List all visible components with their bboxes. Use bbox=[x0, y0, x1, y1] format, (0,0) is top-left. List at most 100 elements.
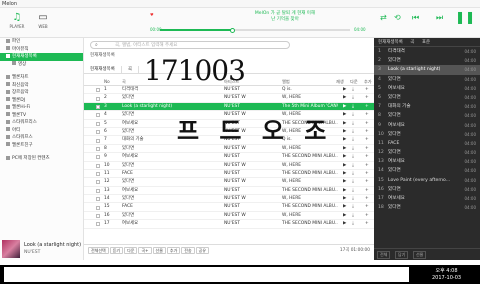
add-icon[interactable]: + bbox=[365, 86, 369, 94]
table-row[interactable]: 13 여보세요 NU'EST THE SECOND MINI ALBU... ▶ ⤓ + bbox=[84, 187, 374, 196]
download-icon[interactable]: ⤓ bbox=[352, 86, 360, 94]
row-album[interactable]: W, HERE bbox=[282, 145, 338, 153]
add-icon[interactable]: + bbox=[365, 162, 369, 170]
download-icon[interactable]: ⤓ bbox=[352, 212, 360, 220]
row-checkbox[interactable] bbox=[96, 163, 100, 168]
row-artist[interactable]: NU'EST W bbox=[224, 178, 268, 186]
row-title[interactable]: 있다면 bbox=[122, 94, 192, 102]
row-artist[interactable]: NU'EST bbox=[224, 153, 268, 161]
play-icon[interactable]: ▶ bbox=[343, 128, 349, 136]
row-artist[interactable]: NU'EST W bbox=[224, 212, 268, 220]
download-icon[interactable]: ⤓ bbox=[352, 187, 360, 195]
playlist-item[interactable]: 2 있다면 04:00 bbox=[374, 56, 480, 65]
playlist-item[interactable]: 15 Love Paint (every afterno... 04:00 bbox=[374, 176, 480, 185]
table-row[interactable]: 17 여보세요 NU'EST THE SECOND MINI ALBU... ▶ ⤓ + bbox=[84, 220, 374, 229]
playlist-item[interactable]: 16 있다면 04:00 bbox=[374, 185, 480, 194]
shuffle-icon[interactable]: ⇄ bbox=[380, 13, 387, 22]
download-icon[interactable]: ⤓ bbox=[352, 103, 360, 111]
add-icon[interactable]: + bbox=[365, 111, 369, 119]
download-icon[interactable]: ⤓ bbox=[352, 195, 360, 203]
row-checkbox[interactable] bbox=[96, 138, 100, 143]
row-artist[interactable]: NU'EST bbox=[224, 170, 268, 178]
sidebar-item-tv[interactable]: 멜론TV bbox=[0, 112, 83, 120]
download-icon[interactable]: ⤓ bbox=[352, 203, 360, 211]
add-icon[interactable]: + bbox=[365, 145, 369, 153]
download-icon[interactable]: ⤓ bbox=[352, 120, 360, 128]
row-album[interactable]: W, HERE bbox=[282, 162, 338, 170]
sidebar-item-video[interactable]: 영상 bbox=[0, 61, 83, 69]
add-icon[interactable]: + bbox=[365, 170, 369, 178]
row-album[interactable]: W, HERE bbox=[282, 212, 338, 220]
playlist-item[interactable]: 7 대화의 기술 04:00 bbox=[374, 102, 480, 111]
next-icon[interactable]: ⏭ bbox=[436, 13, 443, 23]
playlist-item[interactable]: 10 있다면 04:00 bbox=[374, 130, 480, 139]
play-icon[interactable]: ▶ bbox=[343, 145, 349, 153]
sidebar-item-new[interactable]: 최신음악 bbox=[0, 82, 83, 90]
play-icon[interactable]: ▶ bbox=[343, 103, 349, 111]
row-checkbox[interactable] bbox=[96, 130, 100, 135]
row-title[interactable]: 있다면 bbox=[122, 178, 192, 186]
row-checkbox[interactable] bbox=[96, 155, 100, 160]
download-icon[interactable]: ⤓ bbox=[352, 94, 360, 102]
row-title[interactable]: 여보세요 bbox=[122, 220, 192, 228]
heart-icon[interactable]: ♥ bbox=[150, 12, 154, 17]
col-no[interactable]: No bbox=[104, 78, 116, 86]
play-icon[interactable]: ▶ bbox=[343, 170, 349, 178]
play-icon[interactable]: ▶ bbox=[343, 94, 349, 102]
row-title[interactable]: 있다면 bbox=[122, 145, 192, 153]
search-input[interactable]: ⌕ 곡, 앨범, 아티스트 입력해 주세요 bbox=[90, 41, 290, 49]
nav-player[interactable]: ♫ PLAYER bbox=[4, 12, 30, 29]
play-icon[interactable]: ▶ bbox=[343, 136, 349, 144]
row-album[interactable]: THE SECOND MINI ALBU... bbox=[282, 170, 338, 178]
toolbar-button[interactable]: 듣기 bbox=[109, 246, 124, 254]
add-icon[interactable]: + bbox=[365, 187, 369, 195]
play-icon[interactable]: ▶ bbox=[343, 111, 349, 119]
row-title[interactable]: FACE bbox=[122, 203, 192, 211]
row-album[interactable]: Q is. bbox=[282, 86, 338, 94]
playlist-tab-standard[interactable]: 표준 bbox=[422, 40, 430, 45]
sidebar-item-dj[interactable]: 멜론DJ bbox=[0, 97, 83, 105]
row-checkbox[interactable] bbox=[96, 104, 100, 109]
toolbar-button[interactable]: 곡+ bbox=[138, 246, 152, 254]
add-icon[interactable]: + bbox=[365, 203, 369, 211]
toolbar-button[interactable]: 추가 bbox=[166, 246, 181, 254]
playlist-gift-button[interactable]: 선물 bbox=[412, 251, 427, 259]
sidebar-item-stars[interactable]: 스타워프스 bbox=[0, 134, 83, 142]
playlist-item[interactable]: 9 여보세요 04:00 bbox=[374, 121, 480, 130]
add-icon[interactable]: + bbox=[365, 212, 369, 220]
download-icon[interactable]: ⤓ bbox=[352, 178, 360, 186]
sidebar-item-hifi[interactable]: 멜론Hi-Fi bbox=[0, 104, 83, 112]
row-album[interactable]: THE SECOND MINI ALBU... bbox=[282, 153, 338, 161]
play-icon[interactable]: ▶ bbox=[343, 153, 349, 161]
progress-bar[interactable] bbox=[160, 27, 350, 33]
row-artist[interactable]: NU'EST W bbox=[224, 145, 268, 153]
add-icon[interactable]: + bbox=[365, 136, 369, 144]
play-icon[interactable]: ▶ bbox=[343, 120, 349, 128]
row-checkbox[interactable] bbox=[96, 146, 100, 151]
pause-icon[interactable]: ❚❚ bbox=[455, 10, 475, 24]
table-row[interactable]: 11 FACE NU'EST THE SECOND MINI ALBU... ▶ ⤓ + bbox=[84, 170, 374, 179]
play-icon[interactable]: ▶ bbox=[343, 220, 349, 228]
table-row[interactable]: 2 있다면 NU'EST W W, HERE ▶ ⤓ + bbox=[84, 94, 374, 103]
play-icon[interactable]: ▶ bbox=[343, 195, 349, 203]
row-checkbox[interactable] bbox=[96, 121, 100, 126]
download-icon[interactable]: ⤓ bbox=[352, 136, 360, 144]
add-icon[interactable]: + bbox=[365, 153, 369, 161]
row-album[interactable]: THE SECOND MINI ALBU... bbox=[282, 187, 338, 195]
download-icon[interactable]: ⤓ bbox=[352, 128, 360, 136]
toolbar-button[interactable]: 전체선택 bbox=[88, 246, 109, 254]
row-checkbox[interactable] bbox=[96, 180, 100, 185]
table-row[interactable]: 1 티격태격 NU'EST Q is. ▶ ⤓ + bbox=[84, 86, 374, 95]
taskbar-input[interactable] bbox=[4, 267, 409, 282]
add-icon[interactable]: + bbox=[365, 178, 369, 186]
playlist-item[interactable]: 3 Look (a starlight night) 04:00 bbox=[374, 65, 480, 75]
playlist-item[interactable]: 4 있다면 04:00 bbox=[374, 75, 480, 84]
row-title[interactable]: FACE bbox=[122, 170, 192, 178]
playlist-tab-song[interactable]: 곡 bbox=[410, 40, 414, 45]
add-icon[interactable]: + bbox=[365, 120, 369, 128]
row-title[interactable]: 있다면 bbox=[122, 195, 192, 203]
row-checkbox[interactable] bbox=[96, 96, 100, 101]
playlist-tab-now[interactable]: 현재재생목록 bbox=[378, 40, 403, 45]
add-icon[interactable]: + bbox=[365, 128, 369, 136]
download-icon[interactable]: ⤓ bbox=[352, 153, 360, 161]
